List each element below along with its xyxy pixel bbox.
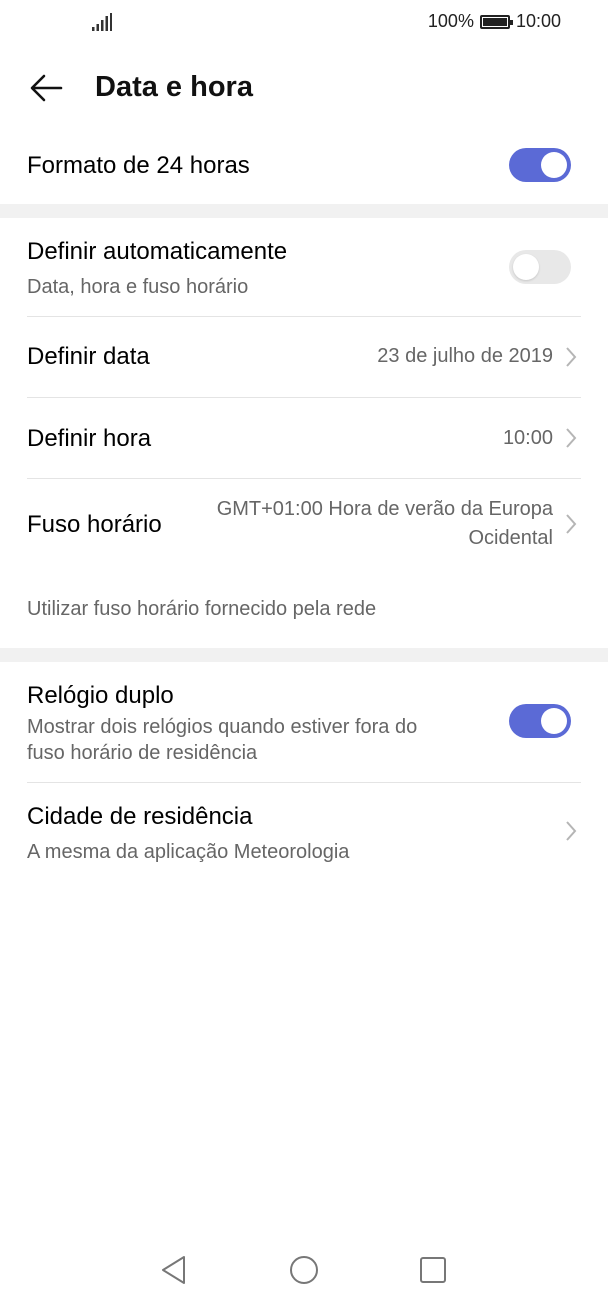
- setting-auto-set-subtitle: Data, hora e fuso horário: [27, 276, 249, 298]
- time-zone-value-line1: GMT+01:00 Hora de verão da Europa: [216, 498, 553, 520]
- setting-auto-set-label: Definir automaticamente: [27, 238, 288, 265]
- setting-auto-set[interactable]: Definir automaticamente Data, hora e fus…: [0, 218, 608, 316]
- status-bar: 100% 10:00: [0, 0, 608, 46]
- page-title: Data e hora: [95, 71, 253, 103]
- setting-time-zone-label: Fuso horário: [27, 511, 162, 538]
- setting-dual-clock-label: Relógio duplo: [27, 682, 174, 709]
- setting-24h-format-label: Formato de 24 horas: [27, 152, 250, 179]
- network-tz-note: Utilizar fuso horário fornecido pela red…: [27, 598, 377, 620]
- system-nav-bar: [0, 1240, 608, 1296]
- dual-clock-subtitle-line2: fuso horário de residência: [27, 742, 258, 764]
- toggle-auto-set[interactable]: [509, 250, 571, 284]
- setting-set-time[interactable]: Definir hora 10:00: [0, 398, 608, 478]
- chevron-right-icon: [566, 428, 577, 448]
- nav-recents-icon[interactable]: [413, 1250, 453, 1290]
- setting-dual-clock[interactable]: Relógio duplo Mostrar dois relógios quan…: [0, 662, 608, 782]
- setting-set-time-label: Definir hora: [27, 425, 152, 452]
- setting-time-zone[interactable]: Fuso horário GMT+01:00 Hora de verão da …: [0, 479, 608, 569]
- setting-time-zone-value: GMT+01:00 Hora de verão da Europa Ociden…: [217, 495, 553, 553]
- setting-dual-clock-subtitle: Mostrar dois relógios quando estiver for…: [27, 714, 417, 766]
- toggle-knob: [541, 708, 567, 734]
- setting-set-date[interactable]: Definir data 23 de julho de 2019: [0, 317, 608, 397]
- toggle-knob: [513, 254, 539, 280]
- section-gap: [0, 204, 608, 218]
- chevron-right-icon: [566, 821, 577, 841]
- nav-back-icon[interactable]: [154, 1250, 194, 1290]
- setting-set-time-value: 10:00: [502, 427, 553, 449]
- setting-home-city-label: Cidade de residência: [27, 803, 253, 830]
- setting-set-date-label: Definir data: [27, 343, 150, 370]
- dual-clock-subtitle-line1: Mostrar dois relógios quando estiver for…: [27, 716, 418, 738]
- setting-set-date-value: 23 de julho de 2019: [377, 345, 553, 367]
- setting-24h-format[interactable]: Formato de 24 horas: [0, 130, 608, 204]
- app-bar: Data e hora: [0, 46, 608, 130]
- signal-icon: [92, 13, 112, 31]
- section-gap: [0, 648, 608, 662]
- time-zone-value-line2: Ocidental: [468, 527, 554, 549]
- toggle-dual-clock[interactable]: [509, 704, 571, 738]
- chevron-right-icon: [566, 347, 577, 367]
- clock: 10:00: [515, 11, 561, 31]
- status-right: 100% 10:00: [428, 11, 561, 32]
- battery-percent: 100%: [427, 11, 474, 31]
- nav-home-icon[interactable]: [284, 1250, 324, 1290]
- setting-home-city-subtitle: A mesma da aplicação Meteorologia: [27, 841, 350, 863]
- battery-icon: [479, 14, 513, 29]
- toggle-knob: [541, 152, 567, 178]
- toggle-24h-format[interactable]: [509, 148, 571, 182]
- chevron-right-icon: [566, 514, 577, 534]
- setting-home-city[interactable]: Cidade de residência A mesma da aplicaçã…: [0, 783, 608, 879]
- back-arrow-icon[interactable]: [26, 68, 66, 108]
